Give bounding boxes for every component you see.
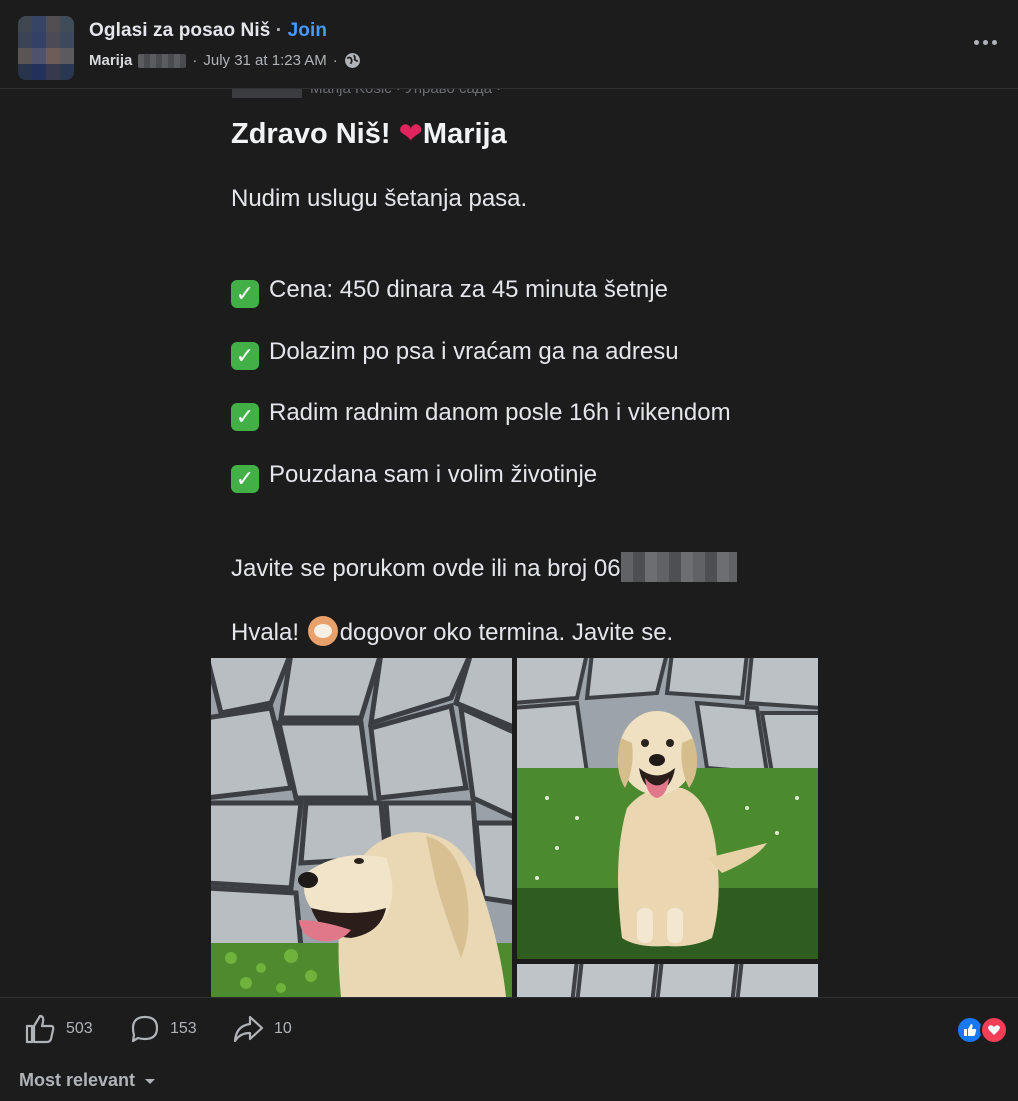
feature-item: ✓ Cena: 450 dinara za 45 minuta šetnje <box>231 276 668 308</box>
comment-count: 153 <box>170 1020 197 1037</box>
share-icon <box>233 1015 264 1043</box>
dog-photo-third[interactable] <box>517 964 818 997</box>
check-icon: ✓ <box>231 280 259 308</box>
like-count: 503 <box>66 1020 93 1037</box>
title-separator: · <box>275 20 283 41</box>
cropped-avatar <box>232 89 302 99</box>
group-avatar[interactable] <box>18 16 74 80</box>
post-footer: 503 153 10 Most relevant <box>0 997 1018 1101</box>
comment-sort-dropdown[interactable]: Most relevant <box>19 1070 157 1091</box>
feature-item: ✓ Dolazim po psa i vraćam ga na adresu <box>231 338 679 370</box>
thanks-suffix-text: dogovor oko termina. Javite se. <box>339 619 674 646</box>
like-button[interactable]: 503 <box>24 1014 93 1044</box>
love-reaction-icon <box>980 1016 1008 1044</box>
join-button[interactable]: Join <box>288 20 327 41</box>
author-name[interactable]: Marija <box>89 52 132 69</box>
intro-text: Nudim uslugu šetanja pasa. <box>231 185 528 212</box>
dropdown-arrow-icon <box>145 1078 156 1084</box>
feature-item: ✓ Pouzdana sam i volim životinje <box>231 461 597 493</box>
signature-text: Marija <box>422 118 507 150</box>
cropped-header-text: Marija Kosic · Управо сада · <box>310 89 501 97</box>
share-button[interactable]: 10 <box>232 1014 292 1044</box>
redacted-surname <box>138 53 187 68</box>
redacted-phone <box>620 552 737 582</box>
check-icon: ✓ <box>231 403 259 431</box>
dog-photo-sitting[interactable] <box>517 658 818 959</box>
greeting-text: Zdravo Niš! <box>231 118 391 150</box>
feature-text: Dolazim po psa i vraćam ga na adresu <box>269 338 679 365</box>
post-content: Marija Kosic · Управо сада · Zdravo Niš!… <box>0 89 1018 997</box>
check-icon: ✓ <box>231 465 259 493</box>
reaction-summary[interactable] <box>956 1016 1008 1044</box>
feature-text: Pouzdana sam i volim životinje <box>269 461 598 488</box>
thanks-line: Hvala! dogovor oko termina. Javite se. <box>231 616 673 647</box>
post-heading: Zdravo Niš! ❤Marija <box>231 116 507 151</box>
feature-text: Cena: 450 dinara za 45 minuta šetnje <box>269 276 668 303</box>
thanks-text: Hvala! <box>231 619 300 646</box>
post-meta: Marija · July 31 at 1:23 AM · <box>89 52 361 69</box>
sort-label: Most relevant <box>19 1070 136 1090</box>
check-icon: ✓ <box>231 342 259 370</box>
feature-text: Radim radnim danom posle 16h i vikendom <box>269 399 731 426</box>
like-icon <box>25 1014 55 1044</box>
comment-button[interactable]: 153 <box>130 1014 197 1044</box>
contact-text: Javite se porukom ovde ili na broj 06 <box>231 555 621 582</box>
cropped-header-line: Marija Kosic · Управо сада · <box>232 89 501 99</box>
group-title: Oglasi za posao Niš · Join <box>89 20 327 42</box>
meta-separator: · <box>192 52 198 69</box>
hamster-emoji-icon <box>307 616 338 646</box>
post-timestamp[interactable]: July 31 at 1:23 AM <box>203 52 326 69</box>
contact-line: Javite se porukom ovde ili na broj 06 <box>231 552 737 583</box>
share-count: 10 <box>274 1020 292 1037</box>
comment-icon <box>131 1015 159 1043</box>
post-header: Oglasi za posao Niš · Join Marija · July… <box>0 0 1018 89</box>
meta-separator-2: · <box>332 52 338 69</box>
feature-item: ✓ Radim radnim danom posle 16h i vikendom <box>231 399 731 431</box>
group-name-link[interactable]: Oglasi za posao Niš <box>89 20 270 41</box>
globe-icon <box>344 53 360 68</box>
dog-photo-closeup[interactable] <box>211 658 512 997</box>
more-options-icon[interactable] <box>970 30 1000 54</box>
heart-icon: ❤ <box>398 118 423 150</box>
